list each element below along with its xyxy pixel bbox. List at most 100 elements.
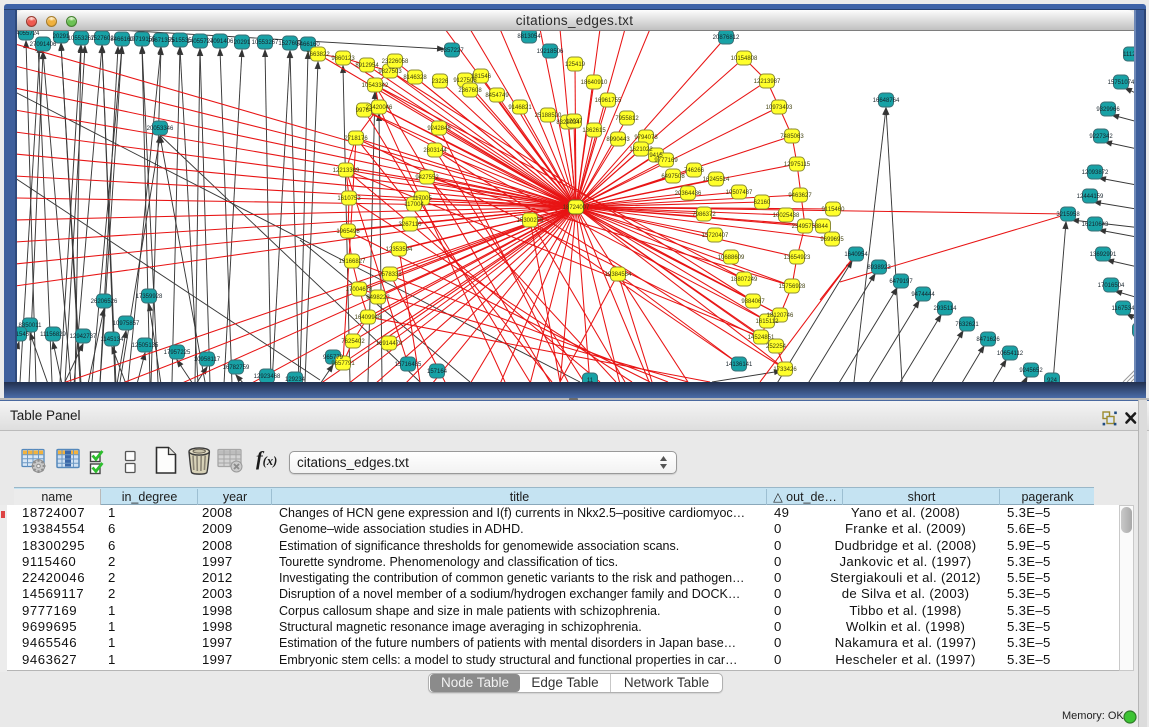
svg-text:19384554: 19384554: [605, 272, 632, 278]
svg-text:6498222: 6498222: [366, 295, 390, 301]
svg-text:20876812: 20876812: [713, 35, 740, 41]
svg-text:10654112: 10654112: [997, 351, 1024, 357]
svg-text:10553267: 10553267: [252, 40, 279, 46]
svg-text:9357227: 9357227: [440, 48, 464, 54]
svg-text:18724007: 18724007: [563, 205, 590, 211]
svg-text:16914479: 16914479: [376, 341, 403, 347]
svg-text:12037: 12037: [566, 119, 583, 125]
svg-text:8466160: 8466160: [296, 42, 320, 48]
svg-text:1733426: 1733426: [773, 367, 797, 373]
svg-text:9227342: 9227342: [1089, 134, 1113, 140]
svg-text:16245514: 16245514: [703, 177, 730, 183]
svg-text:16961755: 16961755: [595, 98, 622, 104]
svg-text:181546: 181546: [471, 74, 492, 80]
svg-text:8146328: 8146328: [403, 75, 427, 81]
svg-text:6497508: 6497508: [661, 174, 685, 180]
svg-text:1615112: 1615112: [756, 319, 780, 325]
svg-text:9777169: 9777169: [654, 158, 678, 164]
svg-text:7632621: 7632621: [955, 322, 979, 328]
svg-text:9474444: 9474444: [911, 292, 935, 298]
svg-text:17016504: 17016504: [1098, 283, 1125, 289]
svg-text:14524851: 14524851: [748, 335, 775, 341]
svg-text:23226058: 23226058: [382, 59, 409, 65]
svg-text:117004: 117004: [404, 202, 424, 208]
svg-text:17957225: 17957225: [164, 350, 191, 356]
svg-text:8813054: 8813054: [517, 34, 541, 40]
svg-text:10507487: 10507487: [726, 190, 753, 196]
svg-text:9245652: 9245652: [1019, 368, 1043, 374]
svg-text:2718176: 2718176: [344, 136, 368, 142]
svg-text:157164: 157164: [427, 369, 448, 375]
svg-text:1167534: 1167534: [1112, 306, 1134, 312]
svg-text:9146821: 9146821: [508, 105, 532, 111]
svg-text:15751074: 15751074: [1108, 80, 1134, 86]
svg-text:7955812: 7955812: [615, 116, 639, 122]
svg-text:1362615: 1362615: [582, 128, 606, 134]
svg-text:20053346: 20053346: [147, 126, 174, 132]
svg-text:252254: 252254: [766, 344, 787, 350]
svg-text:99764: 99764: [356, 108, 373, 114]
svg-text:12213987: 12213987: [754, 79, 781, 85]
svg-text:12923468: 12923468: [254, 374, 281, 380]
svg-text:11123: 11123: [1123, 52, 1134, 58]
svg-text:10154808: 10154808: [731, 56, 758, 62]
svg-text:8471626: 8471626: [976, 337, 1000, 343]
svg-text:62160: 62160: [754, 200, 771, 206]
svg-text:19166827: 19166827: [339, 259, 366, 265]
svg-text:23226: 23226: [432, 79, 449, 85]
svg-text:27091406: 27091406: [30, 42, 57, 48]
svg-text:11156829: 11156829: [40, 332, 66, 338]
svg-text:125419: 125419: [565, 62, 586, 68]
svg-text:20364436: 20364436: [675, 191, 702, 197]
svg-text:9827503: 9827503: [378, 69, 402, 75]
svg-text:9427552: 9427552: [415, 175, 439, 181]
svg-text:9463627: 9463627: [788, 193, 812, 199]
svg-text:7625402: 7625402: [341, 339, 365, 345]
svg-text:15716485: 15716485: [395, 362, 422, 368]
svg-text:25188520: 25188520: [535, 113, 562, 119]
svg-text:7485063: 7485063: [780, 134, 804, 140]
svg-text:8990443: 8990443: [606, 137, 630, 143]
svg-text:991545: 991545: [17, 332, 30, 338]
svg-text:23495758: 23495758: [792, 224, 819, 230]
svg-text:14055724: 14055724: [17, 31, 40, 37]
svg-text:3578332: 3578332: [378, 272, 402, 278]
svg-text:12444159: 12444159: [1077, 194, 1104, 200]
svg-text:8454749: 8454749: [485, 93, 509, 99]
svg-text:844: 844: [818, 224, 829, 230]
svg-text:10543342: 10543342: [362, 83, 389, 89]
svg-text:12975115: 12975115: [784, 162, 811, 168]
svg-text:15720407: 15720407: [702, 233, 729, 239]
svg-text:13692991: 13692991: [1090, 252, 1117, 258]
svg-text:8938923: 8938923: [867, 265, 891, 271]
svg-text:7663822: 7663822: [306, 52, 330, 58]
svg-text:12942737: 12942737: [70, 334, 97, 340]
svg-text:14136141: 14136141: [726, 362, 753, 368]
svg-text:746266: 746266: [684, 168, 705, 174]
svg-text:17004678: 17004678: [346, 287, 373, 293]
svg-text:9329966: 9329966: [1096, 107, 1120, 113]
svg-text:2367608: 2367608: [458, 88, 482, 94]
svg-text:1145134: 1145134: [101, 337, 125, 343]
svg-text:12093872: 12093872: [1082, 170, 1109, 176]
svg-text:9384067: 9384067: [741, 299, 765, 305]
svg-text:9242848: 9242848: [427, 126, 451, 132]
svg-text:2803144: 2803144: [423, 148, 447, 154]
svg-text:12213369: 12213369: [333, 168, 360, 174]
svg-text:8912954: 8912954: [355, 63, 379, 69]
svg-text:18640910: 18640910: [581, 80, 608, 86]
svg-text:10973493: 10973493: [766, 105, 793, 111]
svg-text:7986372: 7986372: [692, 212, 716, 218]
svg-text:9794078: 9794078: [634, 135, 658, 141]
svg-text:10975857: 10975857: [113, 321, 140, 327]
svg-text:16648764: 16648764: [873, 98, 900, 104]
svg-text:27091406: 27091406: [207, 39, 234, 45]
svg-text:15300275: 15300275: [517, 218, 544, 224]
svg-text:2935114: 2935114: [934, 306, 958, 312]
svg-text:20291: 20291: [234, 40, 251, 46]
svg-text:12353594: 12353594: [386, 247, 413, 253]
svg-text:26206526: 26206526: [91, 299, 118, 305]
svg-text:15756928: 15756928: [779, 284, 806, 290]
svg-text:17359928: 17359928: [136, 294, 163, 300]
svg-text:18807249: 18807249: [731, 277, 758, 283]
